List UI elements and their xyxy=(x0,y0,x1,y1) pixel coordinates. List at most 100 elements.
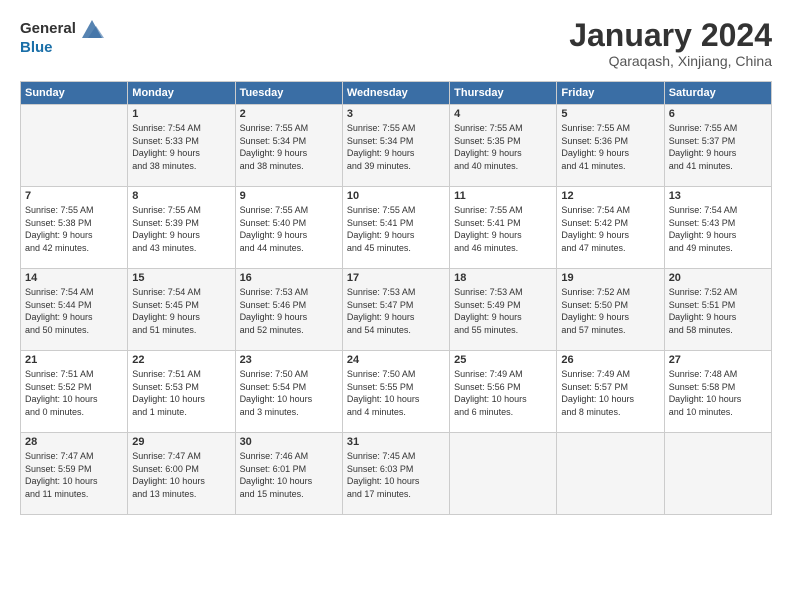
day-number: 27 xyxy=(669,354,767,366)
day-info: Sunrise: 7:54 AM Sunset: 5:42 PM Dayligh… xyxy=(561,204,659,254)
day-info: Sunrise: 7:55 AM Sunset: 5:40 PM Dayligh… xyxy=(240,204,338,254)
calendar-cell: 20 Sunrise: 7:52 AM Sunset: 5:51 PM Dayli… xyxy=(664,269,771,351)
day-info: Sunrise: 7:55 AM Sunset: 5:38 PM Dayligh… xyxy=(25,204,123,254)
day-info: Sunrise: 7:55 AM Sunset: 5:34 PM Dayligh… xyxy=(240,122,338,172)
day-number: 8 xyxy=(132,190,230,202)
day-info: Sunrise: 7:55 AM Sunset: 5:36 PM Dayligh… xyxy=(561,122,659,172)
col-header-thursday: Thursday xyxy=(450,82,557,105)
col-header-wednesday: Wednesday xyxy=(342,82,449,105)
calendar-cell: 11 Sunrise: 7:55 AM Sunset: 5:41 PM Dayli… xyxy=(450,187,557,269)
calendar-cell xyxy=(664,433,771,515)
day-info: Sunrise: 7:54 AM Sunset: 5:45 PM Dayligh… xyxy=(132,286,230,336)
day-number: 17 xyxy=(347,272,445,284)
day-number: 29 xyxy=(132,436,230,448)
day-number: 28 xyxy=(25,436,123,448)
day-number: 23 xyxy=(240,354,338,366)
calendar-cell: 13Sunrise: 7:54 AM Sunset: 5:43 PM Dayli… xyxy=(664,187,771,269)
calendar-cell: 7Sunrise: 7:55 AM Sunset: 5:38 PM Daylig… xyxy=(21,187,128,269)
calendar-cell: 28 Sunrise: 7:47 AM Sunset: 5:59 PM Dayli… xyxy=(21,433,128,515)
day-info: Sunrise: 7:55 AM Sunset: 5:34 PM Dayligh… xyxy=(347,122,445,172)
day-number: 16 xyxy=(240,272,338,284)
calendar-cell: 23 Sunrise: 7:50 AM Sunset: 5:54 PM Dayli… xyxy=(235,351,342,433)
day-info: Sunrise: 7:55 AM Sunset: 5:41 PM Dayligh… xyxy=(347,204,445,254)
day-number: 3 xyxy=(347,108,445,120)
calendar-cell: 1Sunrise: 7:54 AM Sunset: 5:33 PM Daylig… xyxy=(128,105,235,187)
day-info: Sunrise: 7:46 AM Sunset: 6:01 PM Dayligh… xyxy=(240,450,338,500)
day-number: 13 xyxy=(669,190,767,202)
day-number: 9 xyxy=(240,190,338,202)
calendar-cell: 14Sunrise: 7:54 AM Sunset: 5:44 PM Dayli… xyxy=(21,269,128,351)
day-info: Sunrise: 7:48 AM Sunset: 5:58 PM Dayligh… xyxy=(669,368,767,418)
col-header-sunday: Sunday xyxy=(21,82,128,105)
day-info: Sunrise: 7:55 AM Sunset: 5:37 PM Dayligh… xyxy=(669,122,767,172)
day-info: Sunrise: 7:49 AM Sunset: 5:57 PM Dayligh… xyxy=(561,368,659,418)
title-block: January 2024 Qaraqash, Xinjiang, China xyxy=(569,18,772,69)
logo: General Blue xyxy=(20,18,106,57)
day-number: 2 xyxy=(240,108,338,120)
logo-icon xyxy=(78,18,106,40)
calendar-cell xyxy=(450,433,557,515)
calendar-cell xyxy=(21,105,128,187)
day-number: 12 xyxy=(561,190,659,202)
day-info: Sunrise: 7:47 AM Sunset: 6:00 PM Dayligh… xyxy=(132,450,230,500)
calendar-cell: 17 Sunrise: 7:53 AM Sunset: 5:47 PM Dayli… xyxy=(342,269,449,351)
logo-blue: Blue xyxy=(20,40,106,57)
calendar-cell: 29 Sunrise: 7:47 AM Sunset: 6:00 PM Dayli… xyxy=(128,433,235,515)
day-info: Sunrise: 7:52 AM Sunset: 5:50 PM Dayligh… xyxy=(561,286,659,336)
calendar-cell: 19 Sunrise: 7:52 AM Sunset: 5:50 PM Dayli… xyxy=(557,269,664,351)
calendar-cell: 26 Sunrise: 7:49 AM Sunset: 5:57 PM Dayli… xyxy=(557,351,664,433)
day-info: Sunrise: 7:50 AM Sunset: 5:55 PM Dayligh… xyxy=(347,368,445,418)
calendar-cell: 21Sunrise: 7:51 AM Sunset: 5:52 PM Dayli… xyxy=(21,351,128,433)
calendar-cell: 25Sunrise: 7:49 AM Sunset: 5:56 PM Dayli… xyxy=(450,351,557,433)
calendar-cell: 5 Sunrise: 7:55 AM Sunset: 5:36 PM Daylig… xyxy=(557,105,664,187)
day-info: Sunrise: 7:54 AM Sunset: 5:44 PM Dayligh… xyxy=(25,286,123,336)
day-number: 11 xyxy=(454,190,552,202)
logo-general: General xyxy=(20,21,76,38)
day-info: Sunrise: 7:53 AM Sunset: 5:49 PM Dayligh… xyxy=(454,286,552,336)
day-number: 4 xyxy=(454,108,552,120)
day-number: 18 xyxy=(454,272,552,284)
calendar-cell: 6 Sunrise: 7:55 AM Sunset: 5:37 PM Daylig… xyxy=(664,105,771,187)
calendar-cell: 30 Sunrise: 7:46 AM Sunset: 6:01 PM Dayli… xyxy=(235,433,342,515)
day-info: Sunrise: 7:55 AM Sunset: 5:39 PM Dayligh… xyxy=(132,204,230,254)
calendar-cell: 2 Sunrise: 7:55 AM Sunset: 5:34 PM Daylig… xyxy=(235,105,342,187)
day-number: 30 xyxy=(240,436,338,448)
calendar-cell: 16 Sunrise: 7:53 AM Sunset: 5:46 PM Dayli… xyxy=(235,269,342,351)
month-title: January 2024 xyxy=(569,18,772,53)
calendar-cell: 4Sunrise: 7:55 AM Sunset: 5:35 PM Daylig… xyxy=(450,105,557,187)
calendar-cell: 3 Sunrise: 7:55 AM Sunset: 5:34 PM Daylig… xyxy=(342,105,449,187)
day-info: Sunrise: 7:53 AM Sunset: 5:46 PM Dayligh… xyxy=(240,286,338,336)
day-number: 15 xyxy=(132,272,230,284)
col-header-friday: Friday xyxy=(557,82,664,105)
calendar-cell: 18 Sunrise: 7:53 AM Sunset: 5:49 PM Dayli… xyxy=(450,269,557,351)
day-number: 26 xyxy=(561,354,659,366)
calendar-cell: 8 Sunrise: 7:55 AM Sunset: 5:39 PM Daylig… xyxy=(128,187,235,269)
calendar-cell: 12 Sunrise: 7:54 AM Sunset: 5:42 PM Dayli… xyxy=(557,187,664,269)
day-info: Sunrise: 7:51 AM Sunset: 5:52 PM Dayligh… xyxy=(25,368,123,418)
day-info: Sunrise: 7:49 AM Sunset: 5:56 PM Dayligh… xyxy=(454,368,552,418)
calendar-cell: 27 Sunrise: 7:48 AM Sunset: 5:58 PM Dayli… xyxy=(664,351,771,433)
day-number: 19 xyxy=(561,272,659,284)
day-number: 6 xyxy=(669,108,767,120)
calendar-cell: 24Sunrise: 7:50 AM Sunset: 5:55 PM Dayli… xyxy=(342,351,449,433)
col-header-monday: Monday xyxy=(128,82,235,105)
calendar-cell: 15 Sunrise: 7:54 AM Sunset: 5:45 PM Dayli… xyxy=(128,269,235,351)
day-info: Sunrise: 7:47 AM Sunset: 5:59 PM Dayligh… xyxy=(25,450,123,500)
col-header-saturday: Saturday xyxy=(664,82,771,105)
day-info: Sunrise: 7:45 AM Sunset: 6:03 PM Dayligh… xyxy=(347,450,445,500)
day-info: Sunrise: 7:52 AM Sunset: 5:51 PM Dayligh… xyxy=(669,286,767,336)
day-number: 20 xyxy=(669,272,767,284)
day-number: 10 xyxy=(347,190,445,202)
calendar-cell: 9 Sunrise: 7:55 AM Sunset: 5:40 PM Daylig… xyxy=(235,187,342,269)
day-number: 5 xyxy=(561,108,659,120)
calendar-cell: 10 Sunrise: 7:55 AM Sunset: 5:41 PM Dayli… xyxy=(342,187,449,269)
day-info: Sunrise: 7:53 AM Sunset: 5:47 PM Dayligh… xyxy=(347,286,445,336)
day-info: Sunrise: 7:50 AM Sunset: 5:54 PM Dayligh… xyxy=(240,368,338,418)
calendar-cell xyxy=(557,433,664,515)
calendar-cell: 22 Sunrise: 7:51 AM Sunset: 5:53 PM Dayli… xyxy=(128,351,235,433)
day-number: 31 xyxy=(347,436,445,448)
day-number: 22 xyxy=(132,354,230,366)
day-info: Sunrise: 7:51 AM Sunset: 5:53 PM Dayligh… xyxy=(132,368,230,418)
location: Qaraqash, Xinjiang, China xyxy=(569,53,772,69)
day-info: Sunrise: 7:55 AM Sunset: 5:41 PM Dayligh… xyxy=(454,204,552,254)
